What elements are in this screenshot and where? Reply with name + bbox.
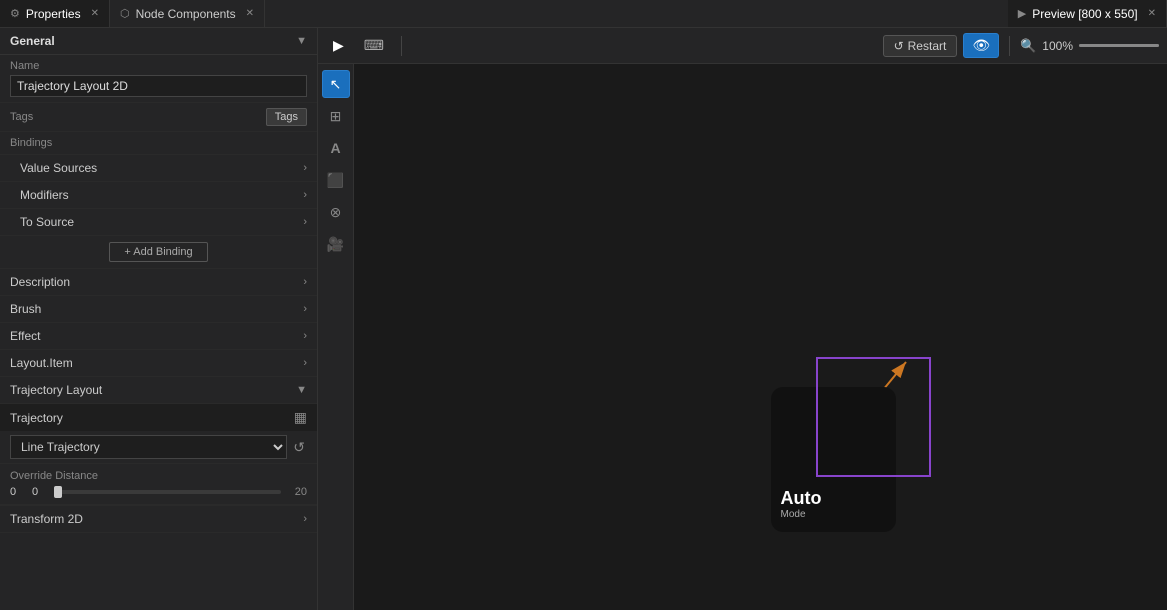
trajectory-dropdown[interactable]: Line Trajectory Curve Trajectory None (10, 435, 287, 459)
tags-label: Tags (10, 111, 260, 123)
trajectory-layout-arrow-icon: ▼ (296, 384, 307, 396)
tab-preview[interactable]: ▶ Preview [800 x 550] ✕ (1008, 0, 1167, 27)
trajectory-select-row: Line Trajectory Curve Trajectory None ↺ (0, 431, 317, 464)
description-arrow-icon: › (303, 276, 307, 288)
trajectory-layout-label: Trajectory Layout (10, 383, 102, 397)
trajectory-layout-section-header[interactable]: Trajectory Layout ▼ (0, 377, 317, 404)
tab-properties[interactable]: ⚙ Properties ✕ (0, 0, 110, 27)
text-tool-button[interactable]: A (322, 134, 350, 162)
auto-mode-label: Auto Mode (781, 488, 822, 520)
preview-tab-label: Preview [800 x 550] (1032, 7, 1137, 21)
preview-area: ↖ ⊞ A ⬛ ⊗ 🎥 (318, 64, 1167, 610)
override-slider[interactable] (54, 490, 281, 494)
trajectory-reset-button[interactable]: ↺ (291, 437, 307, 458)
zoom-area: 100% (1042, 39, 1159, 53)
modifiers-label: Modifiers (20, 188, 69, 202)
node-components-tab-icon: ⬡ (120, 7, 130, 20)
main-layout: General ▼ Name Tags Tags Bindings Value … (0, 28, 1167, 610)
zoom-slider[interactable] (1079, 44, 1159, 47)
description-section-header[interactable]: Description › (0, 269, 317, 296)
override-current-value: 0 (32, 486, 48, 498)
keyboard-button[interactable]: ⌨ (357, 33, 391, 58)
restart-icon: ↺ (894, 39, 904, 53)
toolbar-separator-2 (1009, 36, 1010, 56)
preview-tab-close[interactable]: ✕ (1148, 8, 1156, 19)
restart-button[interactable]: ↺ Restart (883, 35, 958, 57)
transform-2d-label: Transform 2D (10, 512, 83, 526)
properties-tab-label: Properties (26, 7, 81, 21)
to-source-arrow-icon: › (303, 216, 307, 228)
description-label: Description (10, 275, 70, 289)
general-chevron-icon: ▼ (296, 35, 307, 47)
tags-row: Tags Tags (0, 103, 317, 132)
to-source-label: To Source (20, 215, 74, 229)
layers-tool-button[interactable]: ⬛ (322, 166, 350, 194)
eye-button[interactable]: 👁 (963, 33, 999, 58)
value-sources-arrow-icon: › (303, 162, 307, 174)
right-panel: ▶ ⌨ ↺ Restart 👁 🔍 100% ↖ ⊞ A (318, 28, 1167, 610)
tab-node-components[interactable]: ⬡ Node Components ✕ (110, 0, 265, 27)
effect-arrow-icon: › (303, 330, 307, 342)
grid-tool-button[interactable]: ⊞ (322, 102, 350, 130)
cursor-tool-button[interactable]: ↖ (322, 70, 350, 98)
override-distance-label: Override Distance (10, 470, 307, 482)
override-distance-section: Override Distance 0 0 20 (0, 464, 317, 505)
brush-arrow-icon: › (303, 303, 307, 315)
bindings-label: Bindings (0, 132, 317, 155)
node-components-tab-label: Node Components (136, 7, 236, 21)
to-source-row[interactable]: To Source › (0, 209, 317, 236)
play-button[interactable]: ▶ (326, 33, 351, 58)
override-max-value: 20 (287, 486, 307, 498)
name-input[interactable] (10, 75, 307, 97)
preview-toolbar: ▶ ⌨ ↺ Restart 👁 🔍 100% (318, 28, 1167, 64)
properties-tab-close[interactable]: ✕ (91, 8, 99, 19)
transform-2d-arrow-icon: › (303, 513, 307, 525)
override-distance-row: 0 0 20 (10, 486, 307, 498)
properties-tab-icon: ⚙ (10, 7, 20, 20)
effect-section-header[interactable]: Effect › (0, 323, 317, 350)
zoom-slider-fill (1079, 44, 1159, 47)
zoom-icon: 🔍 (1020, 38, 1036, 54)
brush-label: Brush (10, 302, 41, 316)
tags-button[interactable]: Tags (266, 108, 307, 126)
general-section-header[interactable]: General ▼ (0, 28, 317, 55)
mode-subtitle: Mode (781, 509, 822, 520)
camera-tool-button[interactable]: 🎥 (322, 230, 350, 258)
add-binding-row: + Add Binding (0, 236, 317, 269)
value-sources-row[interactable]: Value Sources › (0, 155, 317, 182)
trajectory-title: Trajectory (10, 411, 63, 425)
brush-section-header[interactable]: Brush › (0, 296, 317, 323)
auto-title: Auto (781, 488, 822, 509)
value-sources-label: Value Sources (20, 161, 97, 175)
black-box: Auto Mode (771, 387, 896, 532)
layout-item-arrow-icon: › (303, 357, 307, 369)
name-field-row: Name (0, 55, 317, 103)
add-binding-button[interactable]: + Add Binding (109, 242, 207, 262)
trajectory-header: Trajectory ▦ (0, 404, 317, 431)
modifiers-row[interactable]: Modifiers › (0, 182, 317, 209)
effect-label: Effect (10, 329, 40, 343)
tab-bar: ⚙ Properties ✕ ⬡ Node Components ✕ ▶ Pre… (0, 0, 1167, 28)
vertical-toolbar: ↖ ⊞ A ⬛ ⊗ 🎥 (318, 64, 354, 610)
layout-item-section-header[interactable]: Layout.Item › (0, 350, 317, 377)
restart-label: Restart (908, 39, 947, 53)
layout-item-label: Layout.Item (10, 356, 73, 370)
toolbar-separator-1 (401, 36, 402, 56)
preview-tab-icon: ▶ (1018, 7, 1026, 20)
properties-panel: General ▼ Name Tags Tags Bindings Value … (0, 28, 318, 610)
trajectory-grid-icon[interactable]: ▦ (294, 409, 307, 426)
anchor-tool-button[interactable]: ⊗ (322, 198, 350, 226)
override-slider-thumb[interactable] (54, 486, 62, 498)
trajectory-section: Trajectory ▦ Line Trajectory Curve Traje… (0, 404, 317, 506)
name-field-label: Name (10, 60, 307, 72)
zoom-value: 100% (1042, 39, 1073, 53)
general-section-label: General (10, 34, 55, 48)
transform-2d-section-header[interactable]: Transform 2D › (0, 506, 317, 533)
canvas-area: Auto Mode (354, 64, 1167, 610)
override-min-value: 0 (10, 486, 26, 498)
modifiers-arrow-icon: › (303, 189, 307, 201)
node-components-tab-close[interactable]: ✕ (246, 8, 254, 19)
